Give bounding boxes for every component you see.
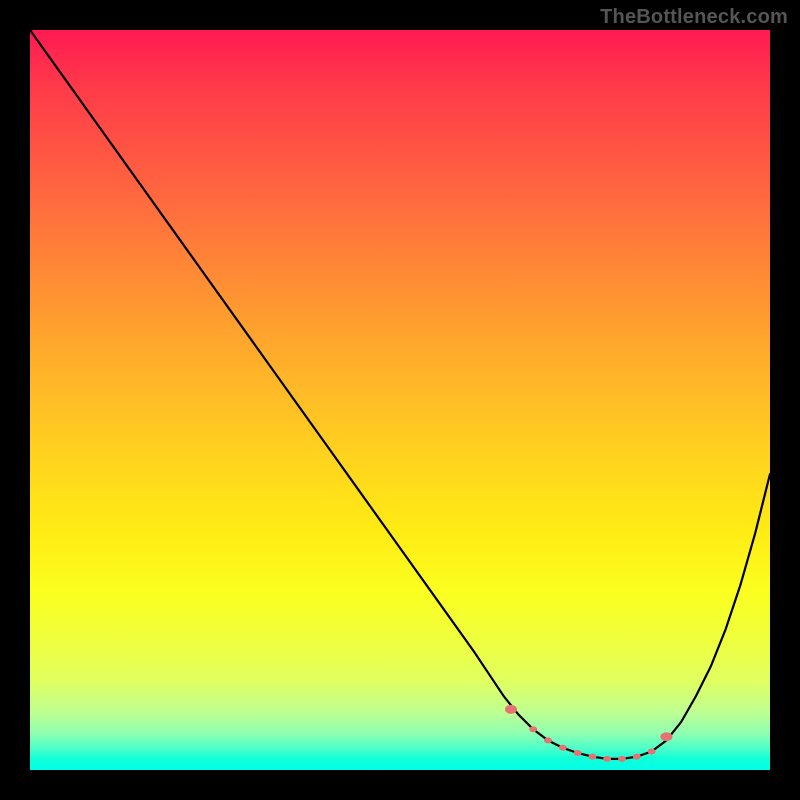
watermark-text: TheBottleneck.com: [600, 6, 788, 29]
chart-container: TheBottleneck.com: [0, 0, 800, 800]
curve-marker: [648, 749, 656, 755]
curve-marker: [529, 726, 537, 732]
curve-marker: [588, 754, 596, 760]
curve-marker: [505, 705, 517, 714]
plot-area: [30, 30, 770, 770]
curve-marker: [544, 737, 552, 743]
curve-marker: [618, 756, 626, 762]
curve-marker: [574, 750, 582, 756]
curve-svg: [30, 30, 770, 770]
curve-marker: [660, 732, 672, 741]
curve-marker: [559, 745, 567, 751]
curve-marker: [603, 756, 611, 762]
curve-marker: [633, 754, 641, 760]
bottleneck-curve: [30, 30, 770, 759]
